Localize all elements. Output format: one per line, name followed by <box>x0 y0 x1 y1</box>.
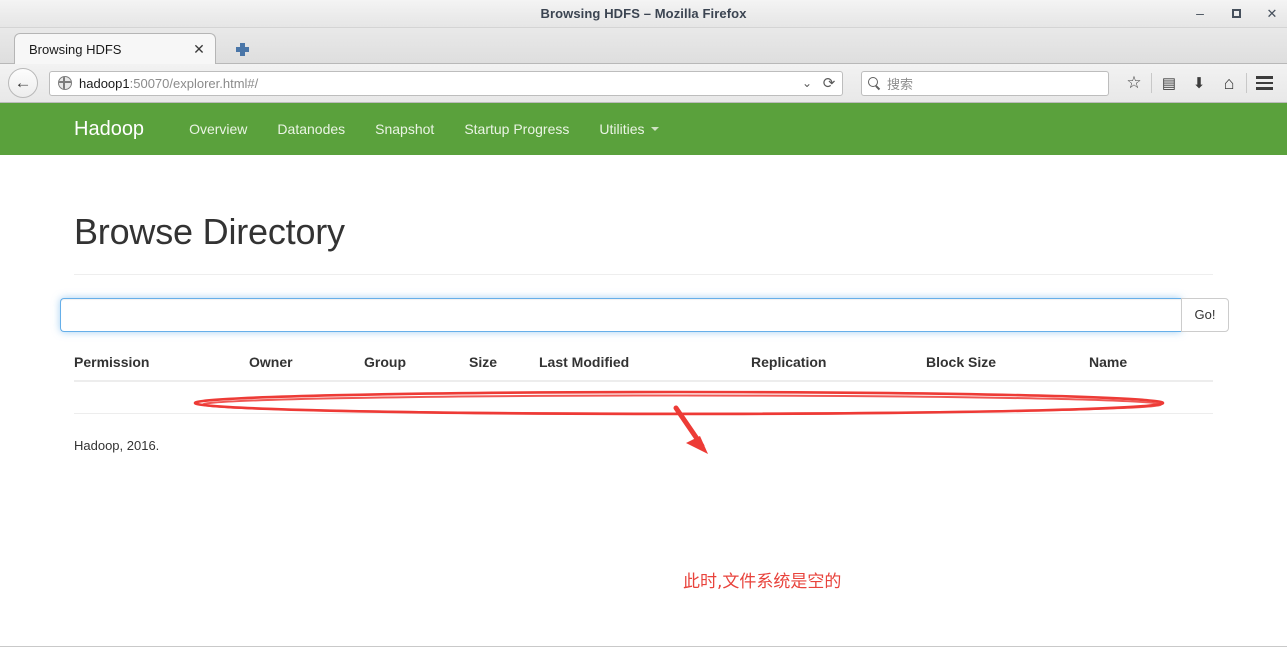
directory-table: Permission Owner Group Size Last Modifie… <box>74 354 1213 414</box>
chevron-down-icon[interactable]: ⌄ <box>796 72 818 95</box>
column-header-block-size[interactable]: Block Size <box>926 354 1089 382</box>
browser-toolbar: ← hadoop1:50070/explorer.html#/ ⌄ ⟳ 搜索 ☆… <box>0 64 1287 103</box>
path-input-group: Go! <box>60 298 1229 332</box>
search-bar[interactable]: 搜索 <box>861 70 1109 96</box>
close-icon[interactable]: ✕ <box>191 41 207 57</box>
home-icon[interactable]: ⌂ <box>1214 69 1244 97</box>
nav-item-label: Utilities <box>599 121 645 137</box>
hadoop-brand[interactable]: Hadoop <box>74 118 144 141</box>
column-header-permission[interactable]: Permission <box>74 354 249 382</box>
downloads-icon[interactable]: ⬇ <box>1184 69 1214 97</box>
column-header-size[interactable]: Size <box>469 354 539 382</box>
menu-icon[interactable] <box>1249 69 1279 97</box>
toolbar-divider <box>1246 73 1247 93</box>
title-divider <box>74 274 1213 275</box>
chevron-down-icon <box>650 127 659 131</box>
toolbar-divider <box>1151 73 1152 93</box>
back-button[interactable]: ← <box>8 68 38 98</box>
new-tab-button[interactable] <box>228 37 256 61</box>
page-footer: Hadoop, 2016. <box>74 437 160 453</box>
column-header-name[interactable]: Name <box>1089 354 1213 382</box>
minimize-button[interactable]: – <box>1193 6 1207 21</box>
path-input[interactable] <box>60 298 1181 332</box>
bottom-divider <box>0 646 1287 647</box>
url-bar-actions: ⌄ ⟳ <box>796 72 840 95</box>
url-host: hadoop1 <box>79 75 130 91</box>
annotation-text: 此时,文件系统是空的 <box>683 572 842 592</box>
maximize-icon <box>1231 9 1241 18</box>
nav-item-label: Startup Progress <box>464 121 570 137</box>
hadoop-nav-links: Overview Datanodes Snapshot Startup Prog… <box>174 121 673 137</box>
nav-item-startup-progress[interactable]: Startup Progress <box>449 121 584 137</box>
nav-item-snapshot[interactable]: Snapshot <box>360 121 449 137</box>
reload-icon[interactable]: ⟳ <box>818 72 840 95</box>
column-header-replication[interactable]: Replication <box>751 354 926 382</box>
column-header-group[interactable]: Group <box>364 354 469 382</box>
table-empty-row <box>74 381 1213 414</box>
hadoop-navbar: Hadoop Overview Datanodes Snapshot Start… <box>0 103 1287 155</box>
plus-icon <box>235 42 249 56</box>
window-title: Browsing HDFS – Mozilla Firefox <box>540 6 747 21</box>
window-controls: – ✕ <box>1193 0 1279 27</box>
nav-item-label: Datanodes <box>277 121 346 137</box>
nav-item-label: Overview <box>189 121 248 137</box>
library-icon[interactable]: ▤ <box>1154 69 1184 97</box>
go-button[interactable]: Go! <box>1181 298 1229 332</box>
search-input[interactable]: 搜索 <box>887 74 913 93</box>
nav-item-datanodes[interactable]: Datanodes <box>262 121 360 137</box>
url-path: :50070/explorer.html#/ <box>129 75 259 91</box>
column-header-owner[interactable]: Owner <box>249 354 364 382</box>
nav-item-overview[interactable]: Overview <box>174 121 262 137</box>
table-empty-cell <box>74 381 1213 414</box>
window-titlebar: Browsing HDFS – Mozilla Firefox – ✕ <box>0 0 1287 28</box>
table-header: Permission Owner Group Size Last Modifie… <box>74 354 1213 382</box>
table-body <box>74 381 1213 414</box>
page-title: Browse Directory <box>74 211 345 252</box>
globe-icon <box>58 76 72 90</box>
nav-item-utilities[interactable]: Utilities <box>584 121 673 137</box>
url-bar[interactable]: hadoop1:50070/explorer.html#/ ⌄ ⟳ <box>49 70 843 96</box>
browser-tab[interactable]: Browsing HDFS ✕ <box>14 33 216 64</box>
close-button[interactable]: ✕ <box>1265 7 1279 21</box>
table-header-row: Permission Owner Group Size Last Modifie… <box>74 354 1213 382</box>
toolbar-icons: ☆ ▤ ⬇ ⌂ <box>1119 69 1279 97</box>
hamburger-icon <box>1255 76 1273 90</box>
column-header-last-modified[interactable]: Last Modified <box>539 354 751 382</box>
page-container: Browse Directory Go! Permission Owner Gr… <box>0 211 1287 453</box>
url-text: hadoop1:50070/explorer.html#/ <box>79 76 796 91</box>
tab-strip: Browsing HDFS ✕ <box>0 28 1287 64</box>
maximize-button[interactable] <box>1229 7 1243 21</box>
search-icon <box>868 76 881 90</box>
bookmark-star-icon[interactable]: ☆ <box>1119 69 1149 97</box>
nav-item-label: Snapshot <box>375 121 435 137</box>
tab-label: Browsing HDFS <box>29 41 122 57</box>
page-content: Hadoop Overview Datanodes Snapshot Start… <box>0 103 1287 652</box>
